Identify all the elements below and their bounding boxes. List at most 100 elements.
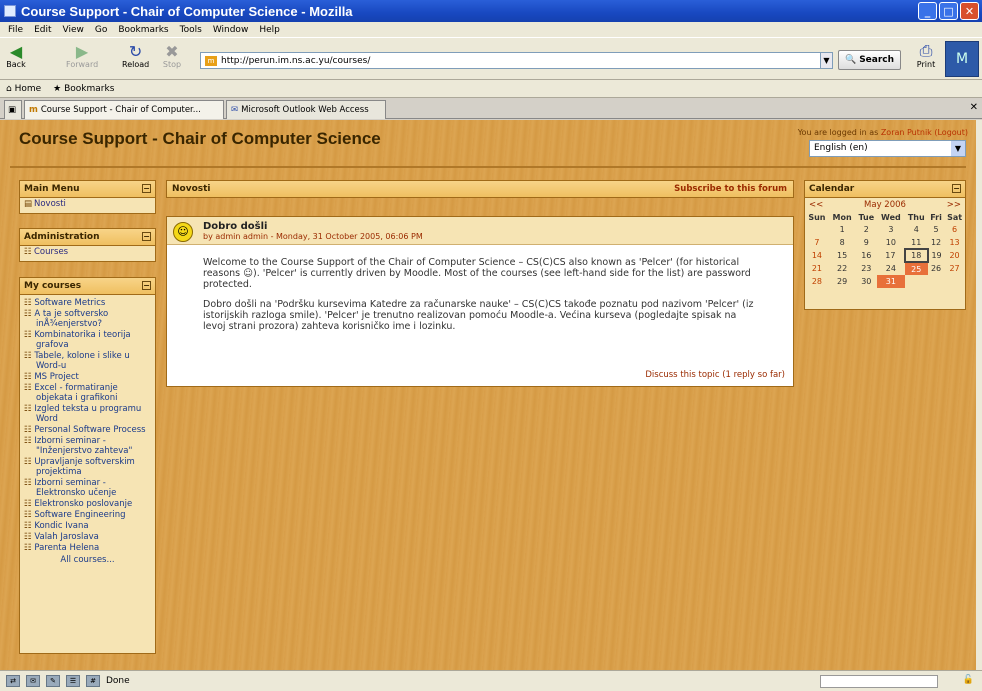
url-dropdown-button[interactable]: ▼ xyxy=(820,52,833,69)
tab-outlook[interactable]: ✉ Microsoft Outlook Web Access xyxy=(226,100,386,119)
mail-icon[interactable]: ✉ xyxy=(26,675,40,687)
discuss-link[interactable]: Discuss this topic (1 reply so far) xyxy=(645,370,785,380)
calendar-day[interactable]: 3 xyxy=(877,223,904,236)
menu-edit[interactable]: Edit xyxy=(34,25,51,35)
user-link[interactable]: Zoran Putnik xyxy=(881,128,932,137)
language-select[interactable]: English (en) ▼ xyxy=(809,140,966,157)
calendar-day[interactable]: 23 xyxy=(855,262,877,275)
calendar-day[interactable]: 14 xyxy=(805,249,829,262)
calendar-day[interactable]: 31 xyxy=(877,275,905,288)
menu-item-novosti[interactable]: ▤ Novosti xyxy=(20,198,155,211)
calendar-day[interactable]: 21 xyxy=(805,262,829,275)
menu-bar: File Edit View Go Bookmarks Tools Window… xyxy=(0,22,982,37)
calendar-day[interactable]: 9 xyxy=(855,236,877,249)
collapse-toggle[interactable]: − xyxy=(142,184,151,193)
calendar-day[interactable]: 6 xyxy=(944,223,965,236)
calendar-day[interactable]: 27 xyxy=(944,262,965,275)
calendar-day[interactable]: 8 xyxy=(829,236,856,249)
close-button[interactable]: ✕ xyxy=(960,2,979,20)
course-link[interactable]: ☷ Izborni seminar - Elektronsko učenje xyxy=(20,478,155,498)
course-link[interactable]: ☷ Izborni seminar - "Inženjerstvo zahtev… xyxy=(20,436,155,456)
course-link[interactable]: ☷ Upravljanje softverskim projektima xyxy=(20,457,155,477)
collapse-toggle[interactable]: − xyxy=(142,232,151,241)
calendar-day[interactable]: 5 xyxy=(928,223,944,236)
calendar-day[interactable]: 15 xyxy=(829,249,856,262)
progress-bar xyxy=(820,675,938,688)
course-link[interactable]: ☷ Elektronsko poslovanje xyxy=(20,499,155,509)
prev-month-link[interactable]: << xyxy=(809,200,823,210)
minimize-button[interactable]: _ xyxy=(918,2,937,20)
menu-go[interactable]: Go xyxy=(95,25,107,35)
calendar-day[interactable]: 19 xyxy=(928,249,944,262)
calendar-day[interactable]: 17 xyxy=(877,249,904,262)
calendar-day[interactable]: 12 xyxy=(928,236,944,249)
search-button[interactable]: 🔍 Search xyxy=(838,50,901,70)
menu-tools[interactable]: Tools xyxy=(180,25,202,35)
course-link[interactable]: ☷ Izgled teksta u programu Word xyxy=(20,404,155,424)
menu-help[interactable]: Help xyxy=(259,25,280,35)
calendar-day[interactable]: 30 xyxy=(855,275,877,288)
calendar-day[interactable]: 28 xyxy=(805,275,829,288)
home-button[interactable]: ⌂ Home xyxy=(6,84,41,94)
weekday-header: Sat xyxy=(947,213,963,222)
new-tab-button[interactable]: ▣ xyxy=(4,100,22,119)
collapse-toggle[interactable]: − xyxy=(142,281,151,290)
calendar-day[interactable]: 22 xyxy=(829,262,856,275)
navigator-icon[interactable]: ⇄ xyxy=(6,675,20,687)
calendar-day[interactable]: 24 xyxy=(877,262,904,275)
calendar-day[interactable]: 11 xyxy=(905,236,928,249)
close-tab-button[interactable]: ✕ xyxy=(970,102,978,113)
admin-item-courses[interactable]: ☷ Courses xyxy=(20,246,155,259)
calendar-day[interactable]: 26 xyxy=(928,262,944,275)
back-button[interactable]: ◀ Back xyxy=(6,42,26,70)
menu-file[interactable]: File xyxy=(8,25,23,35)
course-link[interactable]: ☷ MS Project xyxy=(20,372,155,382)
forum-header: Novosti Subscribe to this forum xyxy=(166,180,794,198)
url-input[interactable] xyxy=(221,55,801,66)
calendar-day[interactable]: 4 xyxy=(905,223,928,236)
course-link[interactable]: ☷ Software Metrics xyxy=(20,298,155,308)
all-courses-link[interactable]: All courses... xyxy=(20,555,155,565)
calendar-day[interactable]: 18 xyxy=(903,248,929,263)
course-link[interactable]: ☷ Valah Jaroslava xyxy=(20,532,155,542)
course-link[interactable]: ☷ Excel - formatiranje objekata i grafik… xyxy=(20,383,155,403)
calendar-day[interactable]: 2 xyxy=(855,223,877,236)
calendar-day[interactable]: 7 xyxy=(805,236,829,249)
tab-course-support[interactable]: m Course Support - Chair of Computer... xyxy=(24,100,224,119)
course-link[interactable]: ☷ Parenta Helena xyxy=(20,543,155,553)
month-label[interactable]: May 2006 xyxy=(864,200,906,210)
subscribe-link[interactable]: Subscribe to this forum xyxy=(674,181,787,198)
calendar-day[interactable]: 16 xyxy=(855,249,877,262)
menu-bookmarks[interactable]: Bookmarks xyxy=(118,25,168,35)
composer-icon[interactable]: ✎ xyxy=(46,675,60,687)
course-link[interactable]: ☷ Tabele, kolone i slike u Word-u xyxy=(20,351,155,371)
collapse-toggle[interactable]: − xyxy=(952,184,961,193)
next-month-link[interactable]: >> xyxy=(947,200,961,210)
forward-button[interactable]: ▶ Forward xyxy=(66,42,98,70)
bookmarks-button[interactable]: ★ Bookmarks xyxy=(53,84,114,94)
irc-icon[interactable]: # xyxy=(86,675,100,687)
reload-button[interactable]: ↻ Reload xyxy=(122,42,149,70)
menu-window[interactable]: Window xyxy=(213,25,249,35)
logout-link[interactable]: (Logout) xyxy=(934,128,968,137)
calendar-day[interactable]: 29 xyxy=(829,275,856,288)
menu-view[interactable]: View xyxy=(63,25,84,35)
url-bar[interactable]: m xyxy=(200,52,830,69)
course-link[interactable]: ☷ Software Engineering xyxy=(20,510,155,520)
calendar-day[interactable]: 13 xyxy=(944,236,965,249)
course-link[interactable]: ☷ Kondic Ivana xyxy=(20,521,155,531)
course-link[interactable]: ☷ Personal Software Process xyxy=(20,425,155,435)
calendar-day[interactable]: 10 xyxy=(877,236,904,249)
calendar-day[interactable]: 20 xyxy=(944,249,965,262)
calendar-day[interactable]: 1 xyxy=(829,223,856,236)
address-book-icon[interactable]: ☰ xyxy=(66,675,80,687)
course-icon: ☷ xyxy=(24,372,35,382)
page-scrollbar[interactable] xyxy=(976,120,982,670)
print-button[interactable]: ⎙ Print xyxy=(916,41,936,69)
maximize-button[interactable]: □ xyxy=(939,2,958,20)
course-link[interactable]: ☷ Kombinatorika i teorija grafova xyxy=(20,330,155,350)
post-author[interactable]: by admin admin - Monday, 31 October 2005… xyxy=(203,232,793,241)
stop-button[interactable]: ✖ Stop xyxy=(162,42,182,70)
course-link[interactable]: ☷ A ta je softversko inÅ¾enjerstvo? xyxy=(20,309,155,329)
calendar-day[interactable]: 25 xyxy=(904,262,928,275)
